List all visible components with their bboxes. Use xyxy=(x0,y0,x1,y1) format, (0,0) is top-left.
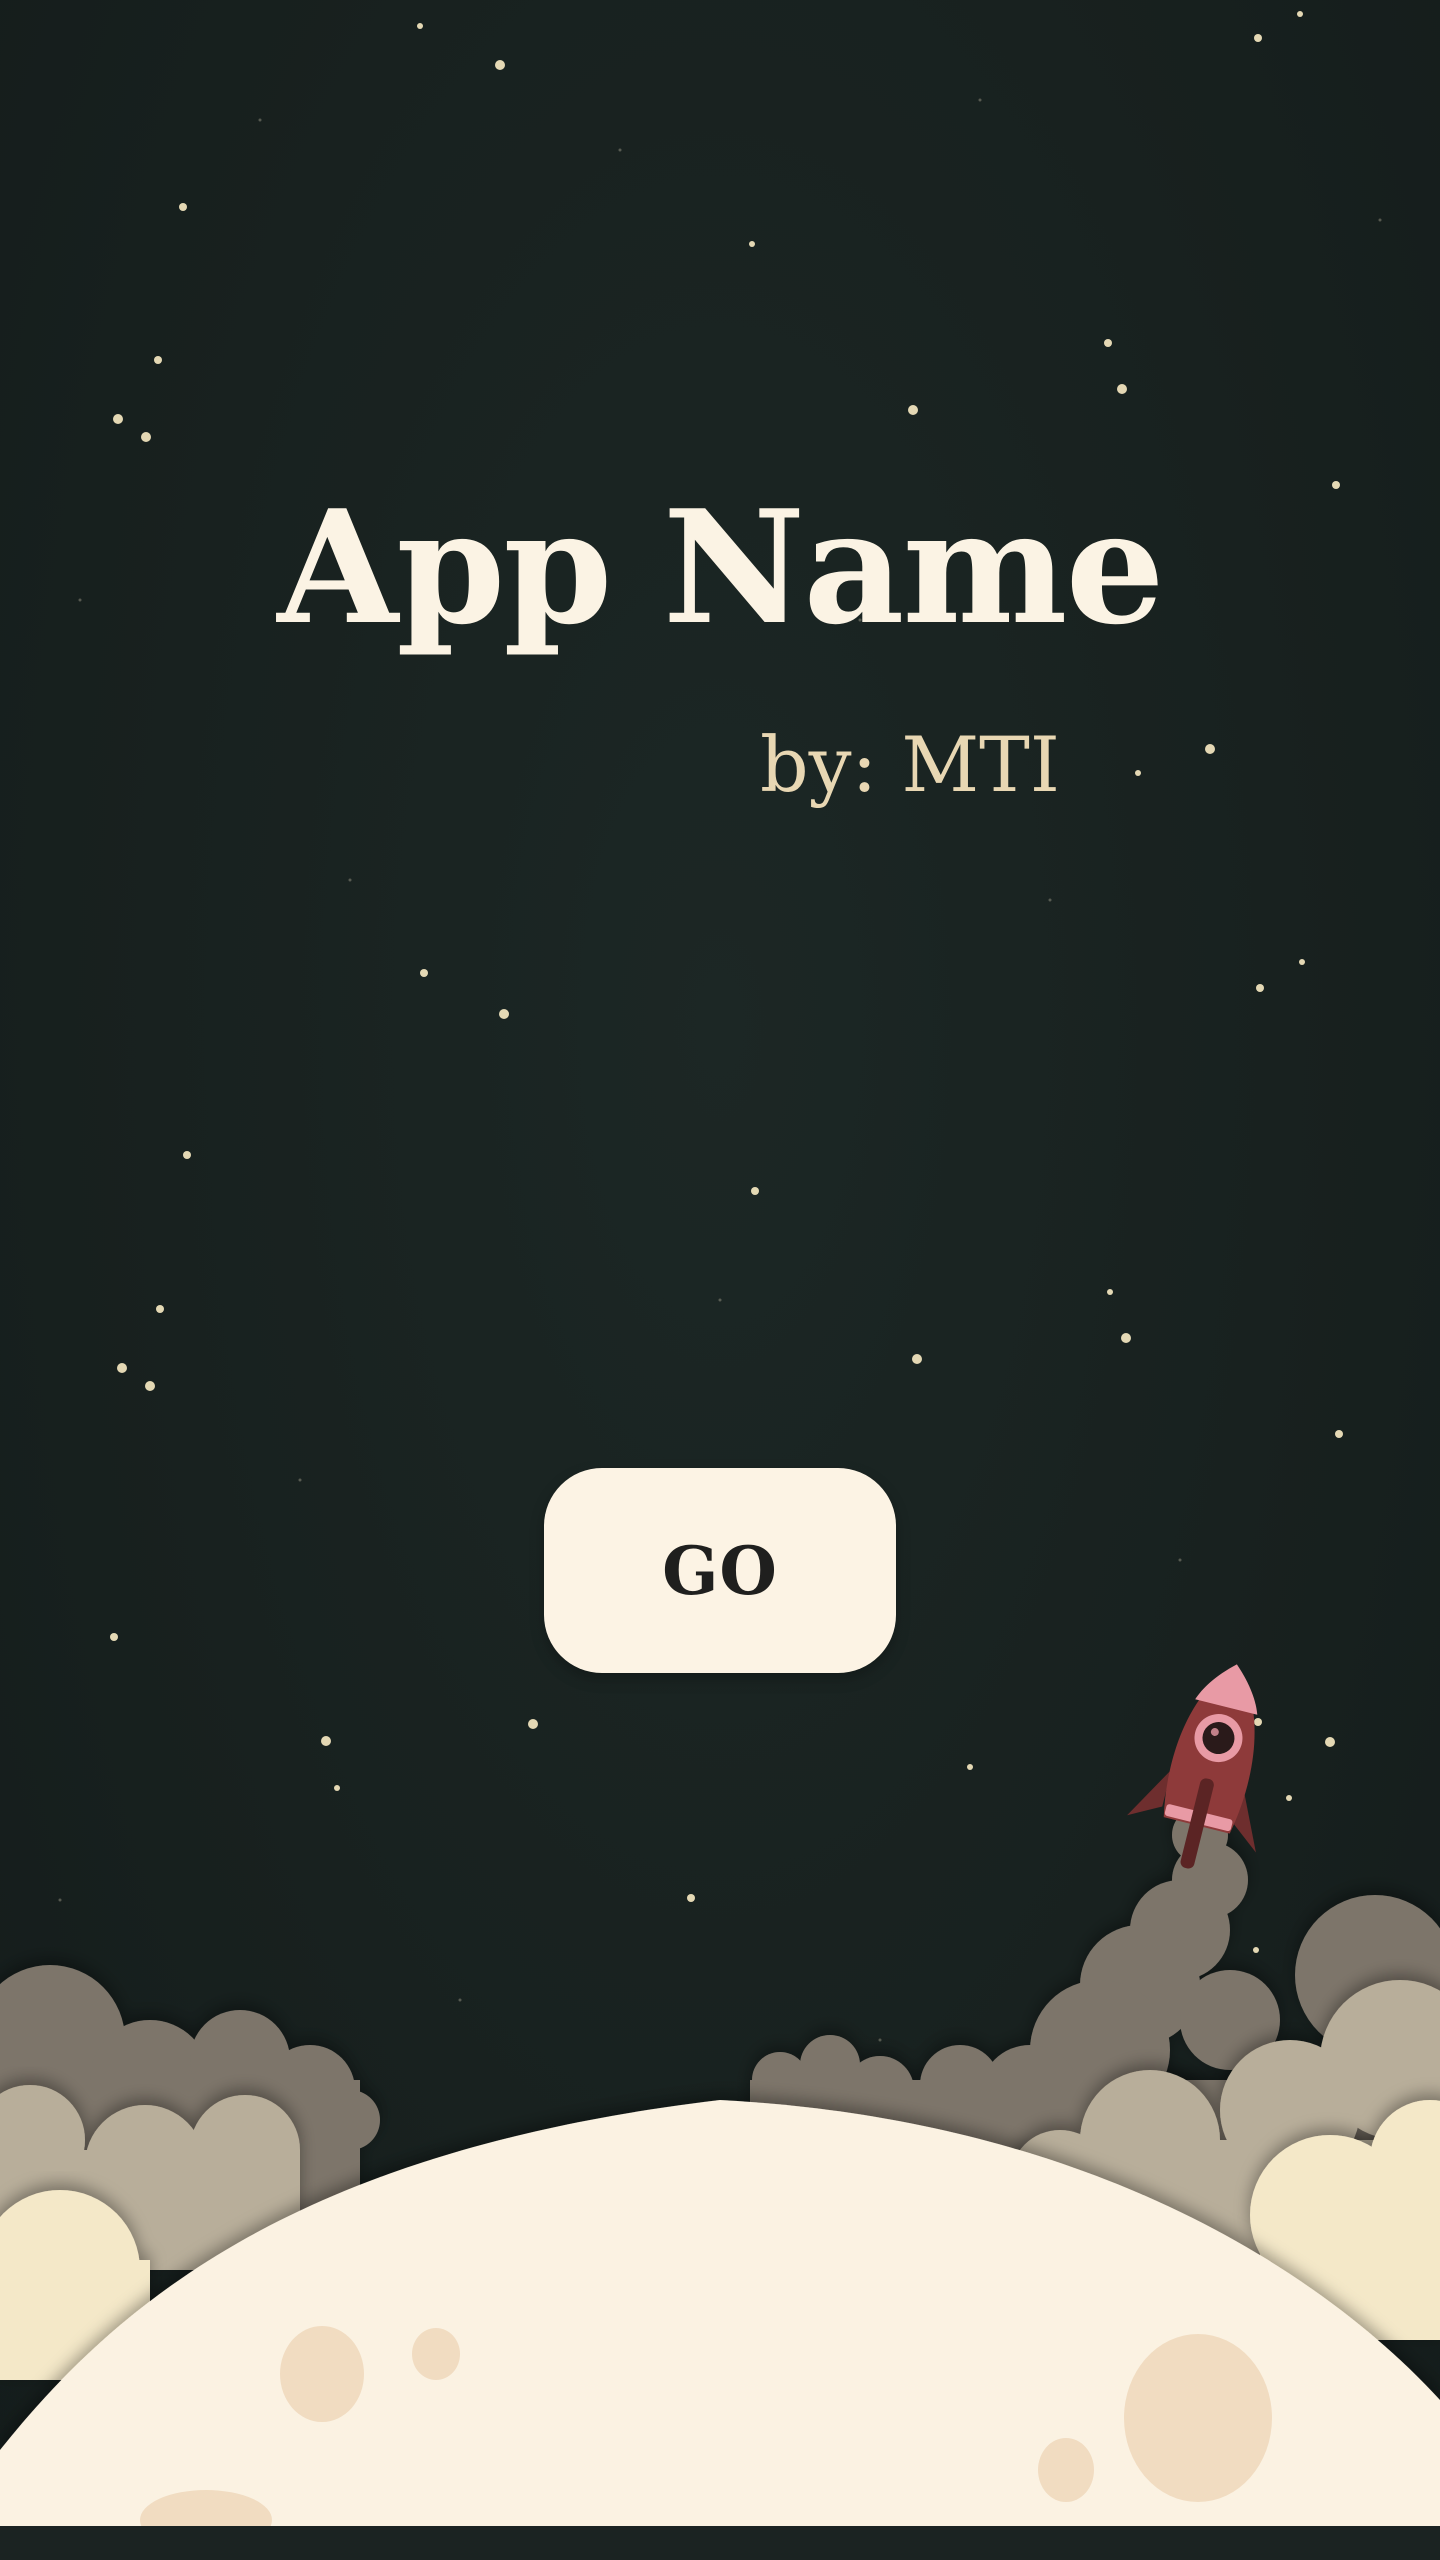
go-button[interactable]: GO xyxy=(544,1468,896,1673)
bottom-edge xyxy=(0,2526,1440,2560)
splash-screen: App Name by: MTI GO xyxy=(0,0,1440,2560)
moon-scene xyxy=(0,1664,1440,2550)
